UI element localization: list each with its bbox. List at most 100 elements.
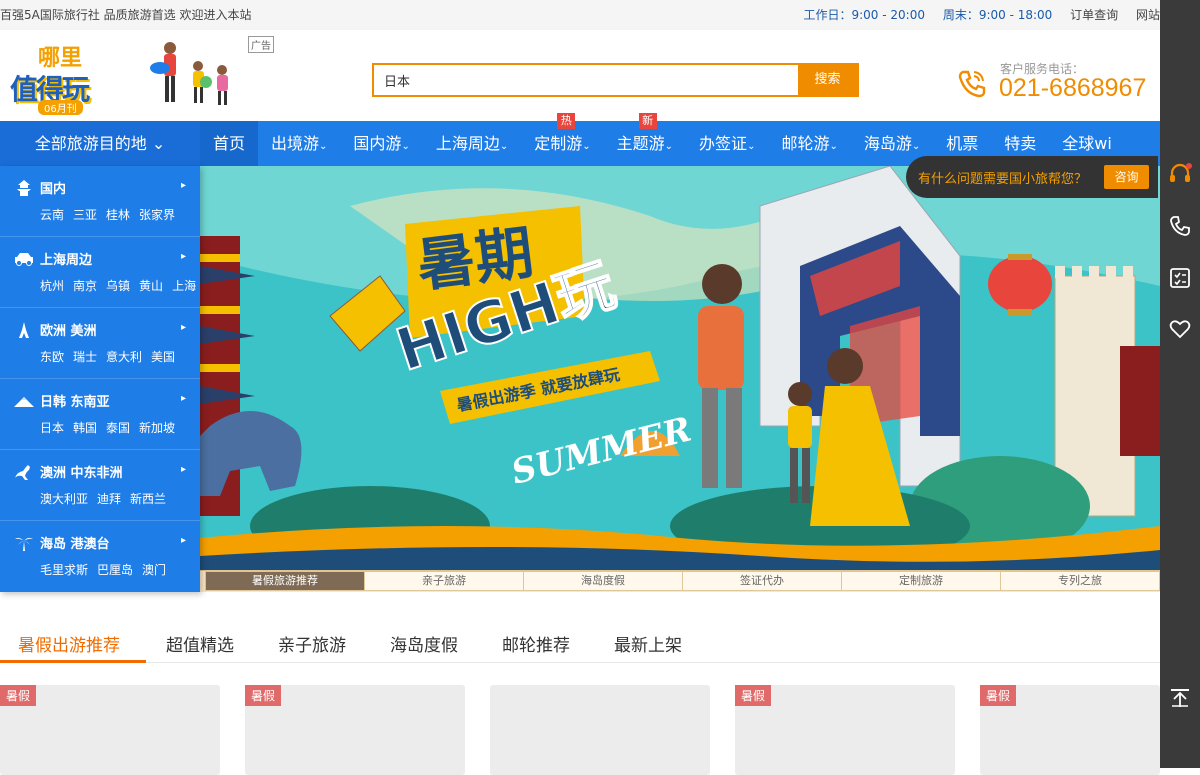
banner-tab-custom[interactable]: 定制旅游: [841, 571, 1001, 591]
category-tab-island[interactable]: 海岛度假: [390, 631, 458, 656]
menu-group-islands-hk-macau-tw[interactable]: 海岛 港澳台 ▸ 毛里求斯 巴厘岛 澳门: [0, 521, 200, 592]
category-tab-family[interactable]: 亲子旅游: [278, 631, 346, 656]
family-ad-illustration[interactable]: [140, 38, 240, 114]
chevron-right-icon: ▸: [180, 535, 186, 546]
nav-label: 全球wi: [1062, 134, 1112, 153]
search-button[interactable]: 搜索: [798, 65, 857, 95]
hero-banner[interactable]: 暑期 HIGH玩 暑假出游季 就要放肆玩 SUMMER: [200, 166, 1160, 570]
menu-link[interactable]: 杭州: [40, 279, 64, 293]
nav-item-outbound[interactable]: 出境游⌄: [258, 121, 340, 166]
menu-group-title: 欧洲 美洲: [40, 324, 97, 339]
nav-label: 主题游: [616, 134, 665, 153]
menu-links: 东欧 瑞士 意大利 美国: [40, 348, 184, 365]
site-header: 哪里 值得玩 06月刊 广告 搜索 客户服务电话： 021-6868967: [0, 30, 1160, 121]
menu-link[interactable]: 新加坡: [139, 421, 175, 435]
banner-tab-train[interactable]: 专列之旅: [1000, 571, 1160, 591]
menu-link[interactable]: 毛里求斯: [40, 563, 88, 577]
menu-link[interactable]: 泰国: [106, 421, 130, 435]
nav-item-theme[interactable]: 新主题游⌄: [604, 113, 686, 166]
palm-tree-icon: [15, 537, 33, 551]
menu-link[interactable]: 美国: [151, 350, 175, 364]
menu-group-europe-america[interactable]: 欧洲 美洲 ▸ 东欧 瑞士 意大利 美国: [0, 308, 200, 379]
chevron-down-icon: ⌄: [582, 141, 591, 152]
welcome-text: 百强5A国际旅行社 品质旅游首选 欢迎进入本站: [0, 8, 252, 22]
menu-link[interactable]: 上海: [172, 279, 196, 293]
customer-service-headset-icon[interactable]: [1168, 162, 1192, 186]
site-logo[interactable]: 哪里 值得玩 06月刊: [10, 38, 118, 116]
eiffel-tower-icon: [19, 322, 29, 338]
menu-group-domestic[interactable]: 国内 ▸ 云南 三亚 桂林 张家界: [0, 166, 200, 237]
menu-link[interactable]: 三亚: [73, 208, 97, 222]
menu-links: 日本 韩国 泰国 新加坡: [40, 419, 184, 436]
product-card[interactable]: 暑假: [0, 685, 220, 775]
nav-label: 海岛游: [863, 134, 912, 153]
banner-tab-summer[interactable]: 暑假旅游推荐: [205, 571, 365, 591]
menu-link[interactable]: 云南: [40, 208, 64, 222]
menu-group-japan-korea-sea[interactable]: 日韩 东南亚 ▸ 日本 韩国 泰国 新加坡: [0, 379, 200, 450]
menu-link[interactable]: 巴厘岛: [97, 563, 133, 577]
car-icon: [15, 253, 33, 266]
nav-item-visa[interactable]: 办签证⌄: [686, 121, 768, 166]
chevron-right-icon: ▸: [180, 322, 186, 333]
chevron-down-icon: ⌄: [499, 141, 509, 152]
all-destinations-button[interactable]: 全部旅游目的地 ⌄: [0, 121, 200, 166]
menu-link[interactable]: 意大利: [106, 350, 142, 364]
menu-link[interactable]: 乌镇: [106, 279, 130, 293]
destination-menu: 国内 ▸ 云南 三亚 桂林 张家界 上海周边 ▸ 杭州 南京 乌镇 黄山 上海 欧洲 美洲 ▸…: [0, 166, 200, 592]
consult-button[interactable]: 咨询: [1104, 165, 1149, 189]
category-tab-cruise[interactable]: 邮轮推荐: [502, 631, 570, 656]
chevron-down-icon: ⌄: [401, 141, 410, 152]
menu-group-shanghai-nearby[interactable]: 上海周边 ▸ 杭州 南京 乌镇 黄山 上海: [0, 237, 200, 308]
product-card[interactable]: 暑假: [980, 685, 1160, 775]
mountain-icon: [14, 397, 34, 407]
banner-tab-island[interactable]: 海岛度假: [523, 571, 683, 591]
nav-item-domestic[interactable]: 国内游⌄: [340, 121, 422, 166]
product-card[interactable]: [490, 685, 710, 775]
menu-link[interactable]: 桂林: [106, 208, 130, 222]
menu-group-australia-middle-east[interactable]: 澳洲 中东非洲 ▸ 澳大利亚 迪拜 新西兰: [0, 450, 200, 521]
banner-tab-visa[interactable]: 签证代办: [682, 571, 842, 591]
nav-label: 办签证: [699, 134, 748, 153]
heart-favorite-icon[interactable]: [1168, 317, 1192, 341]
product-card[interactable]: 暑假: [735, 685, 955, 775]
banner-tab-family[interactable]: 亲子旅游: [364, 571, 524, 591]
consult-popup: 有什么问题需要国小旅帮您？ 咨询: [906, 156, 1158, 198]
nav-item-shanghai-nearby[interactable]: 上海周边⌄: [423, 121, 521, 166]
nav-label: 出境游: [271, 134, 320, 153]
chevron-down-icon: ⌄: [664, 141, 674, 152]
menu-link[interactable]: 韩国: [73, 421, 97, 435]
category-tab-new[interactable]: 最新上架: [614, 631, 682, 656]
menu-link[interactable]: 日本: [40, 421, 64, 435]
nav-item-cruise[interactable]: 邮轮游⌄: [768, 121, 850, 166]
menu-link[interactable]: 张家界: [139, 208, 175, 222]
menu-link[interactable]: 新西兰: [130, 492, 166, 506]
site-link[interactable]: 网站: [1136, 8, 1160, 22]
summer-tag: 暑假: [735, 685, 772, 706]
phone-icon[interactable]: [1168, 214, 1192, 238]
pagoda-icon: [17, 180, 31, 196]
chevron-down-icon: ⌄: [829, 141, 838, 152]
nav-item-home[interactable]: 首页: [200, 121, 259, 166]
banner-tab-strip: 暑假旅游推荐 亲子旅游 海岛度假 签证代办 定制旅游 专列之旅: [200, 570, 1160, 592]
checklist-icon[interactable]: [1168, 266, 1192, 290]
menu-link[interactable]: 东欧: [40, 350, 64, 364]
category-tab-summer[interactable]: 暑假出游推荐: [18, 631, 120, 656]
nav-label: 国内游: [353, 134, 402, 153]
menu-link[interactable]: 黄山: [139, 279, 163, 293]
nav-label: 机票: [946, 134, 979, 153]
nav-item-custom[interactable]: 热定制游⌄: [521, 113, 603, 166]
menu-link[interactable]: 迪拜: [97, 492, 121, 506]
search-input[interactable]: [374, 65, 800, 95]
category-tab-value[interactable]: 超值精选: [166, 631, 234, 656]
menu-link[interactable]: 南京: [73, 279, 97, 293]
order-query-link[interactable]: 订单查询: [1070, 8, 1118, 22]
weekend-hours: 周末：9:00 - 18:00: [942, 8, 1053, 22]
back-to-top-icon[interactable]: [1168, 686, 1192, 710]
menu-link[interactable]: 澳大利亚: [40, 492, 88, 506]
menu-link[interactable]: 瑞士: [73, 350, 97, 364]
right-toolbar: [1160, 0, 1200, 768]
product-card[interactable]: 暑假: [245, 685, 465, 775]
menu-link[interactable]: 澳门: [142, 563, 166, 577]
chevron-right-icon: ▸: [180, 464, 186, 475]
menu-group-title: 上海周边: [40, 253, 93, 268]
